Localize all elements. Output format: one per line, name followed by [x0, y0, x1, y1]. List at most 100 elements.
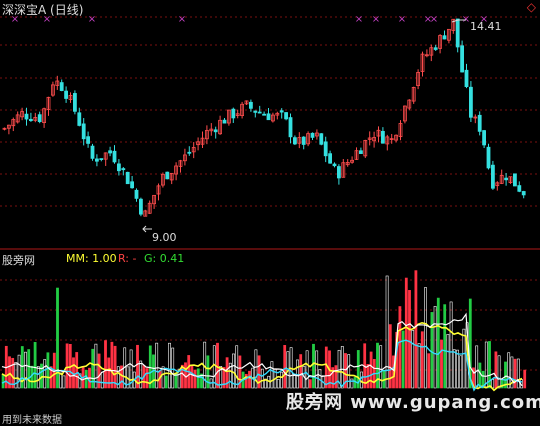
indicator-bar — [478, 362, 482, 389]
candle-body — [121, 168, 126, 171]
candle-body — [231, 108, 236, 119]
candle-body — [517, 185, 522, 192]
indicator-bar — [433, 306, 437, 389]
candle-body — [77, 112, 82, 126]
indicator-bar — [456, 349, 459, 389]
indicator-bar — [484, 341, 488, 389]
candle-body — [134, 189, 139, 199]
indicator-bar — [104, 340, 107, 389]
indicator-bar — [36, 366, 40, 389]
indicator-bar — [417, 343, 421, 389]
signal-marker: × — [372, 14, 380, 25]
indicator-bar — [280, 371, 283, 389]
indicator-bar — [427, 353, 431, 389]
candle-body — [336, 166, 341, 179]
signal-marker: × — [88, 14, 96, 25]
price-annotations — [142, 19, 466, 233]
candle-body — [95, 158, 99, 162]
indicator-bar — [436, 297, 440, 389]
indicator-bar — [270, 361, 274, 389]
indicator-bar — [27, 349, 31, 389]
indicator-bar — [440, 339, 443, 389]
indicator-bar — [340, 346, 344, 389]
chart-title: 深深宝A (日线) — [2, 3, 84, 17]
indicator-bar — [193, 369, 197, 389]
indicator-bar — [497, 355, 501, 389]
high-price-label: 14.41 — [470, 20, 502, 33]
indicator-bar — [196, 368, 200, 389]
candle-body — [108, 150, 112, 154]
indicator-bar — [299, 354, 303, 389]
indicator-bar — [475, 345, 479, 389]
candle-body — [130, 181, 135, 189]
candle-body — [455, 18, 460, 48]
signal-marker: × — [178, 14, 186, 25]
candle-body — [213, 129, 218, 133]
candle-body — [442, 35, 447, 40]
signal-marker: × — [398, 14, 406, 25]
indicator-bar — [459, 355, 463, 389]
indicator-bar — [312, 343, 315, 389]
indicator-bar — [65, 343, 69, 389]
candle-body — [24, 113, 29, 120]
indicator-bar — [212, 345, 216, 389]
indicator-title: 股旁网 — [2, 254, 35, 267]
candle-body — [279, 110, 284, 113]
candle-body — [266, 113, 271, 121]
candle-body — [328, 153, 333, 164]
candle-body — [332, 163, 337, 167]
candle-body — [99, 158, 104, 160]
indicator-bar — [449, 301, 453, 389]
indicator-bar — [507, 352, 511, 389]
indicator-bar — [398, 306, 402, 389]
chart-canvas[interactable]: × × × × × × × ×× × × — [0, 0, 540, 426]
candle-body — [358, 150, 363, 154]
candle-body — [482, 130, 487, 146]
low-arrow — [142, 225, 152, 233]
candle-body — [464, 69, 469, 88]
indicator-bar — [276, 378, 280, 389]
watermark: 股旁网 www.gupang.com — [286, 392, 540, 413]
indicator-bar — [1, 374, 5, 389]
candle-body — [468, 86, 473, 118]
indicator-bar — [139, 360, 143, 389]
candlestick-series — [2, 18, 526, 217]
indicator-bar — [424, 287, 427, 389]
indicator-bar — [40, 363, 43, 389]
candle-body — [37, 114, 42, 123]
indicator-bar — [376, 342, 379, 389]
indicator-bar — [190, 364, 194, 389]
indicator-bar — [494, 351, 498, 389]
candle-body — [165, 171, 170, 180]
candle-body — [513, 173, 517, 187]
candle-body — [125, 171, 130, 185]
candle-body — [187, 151, 192, 154]
indicator-bar — [385, 275, 389, 389]
indicator-bar — [462, 328, 466, 389]
indicator-bar — [347, 354, 351, 389]
signal-marker: × — [355, 14, 363, 25]
indicator-bar — [379, 345, 383, 389]
indicator-bar — [404, 277, 408, 389]
candle-body — [310, 132, 315, 138]
indicator-bar — [283, 345, 287, 389]
indicator-bar — [420, 331, 424, 389]
candle-body — [28, 118, 33, 122]
indicator-g-value: G: 0.41 — [144, 252, 185, 265]
candle-body — [460, 45, 465, 73]
indicator-bar — [516, 358, 520, 389]
candle-body — [301, 136, 306, 145]
indicator-bar — [334, 365, 338, 389]
candle-body — [86, 136, 90, 144]
candle-body — [486, 146, 491, 169]
indicator-r-value: R: - — [118, 252, 137, 265]
candle-body — [90, 145, 95, 159]
diamond-icon[interactable]: ◇ — [527, 0, 536, 14]
indicator-bar — [350, 378, 354, 389]
indicator-bar — [414, 270, 418, 389]
indicator-bar — [46, 352, 50, 389]
candle-body — [248, 101, 253, 109]
indicator-bar — [308, 379, 312, 389]
candle-body — [323, 141, 328, 157]
candle-body — [257, 111, 262, 114]
